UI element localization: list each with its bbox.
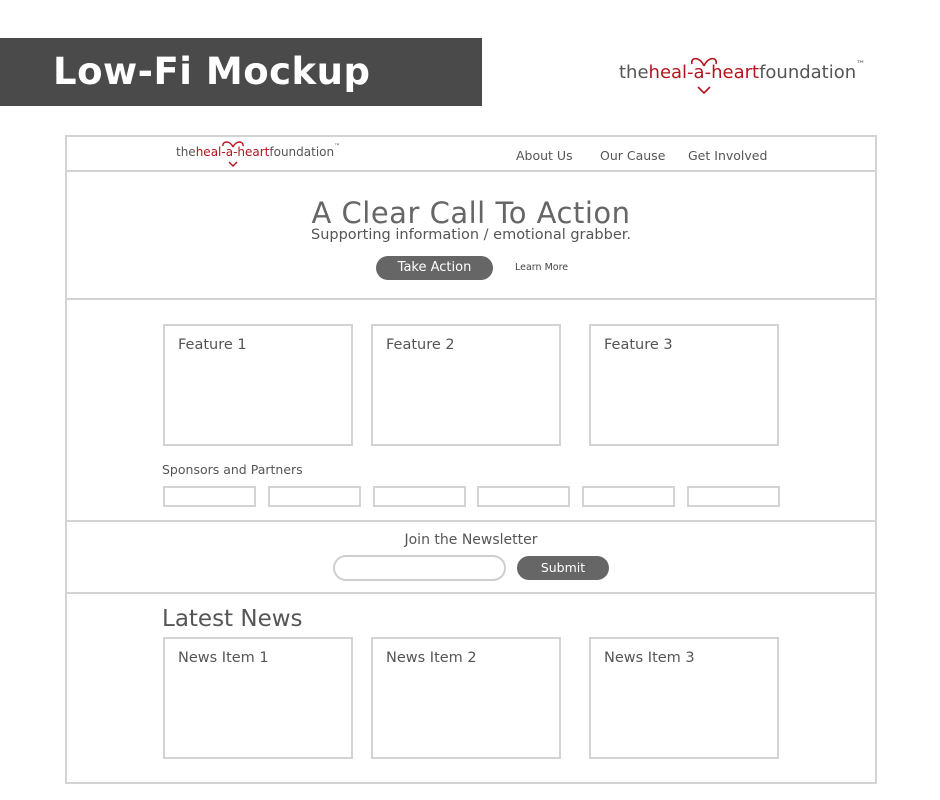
logo-text-heal-a-heart: heal-a-heart bbox=[196, 141, 269, 167]
news-item-label: News Item 3 bbox=[604, 650, 695, 666]
newsletter-section: Join the Newsletter Submit bbox=[67, 522, 875, 594]
trademark-mark: ™ bbox=[856, 60, 866, 70]
heart-icon bbox=[690, 57, 717, 94]
feature-card[interactable]: Feature 2 bbox=[371, 324, 561, 446]
feature-label: Feature 1 bbox=[178, 337, 247, 353]
latest-news-title: Latest News bbox=[162, 606, 303, 632]
heart-icon bbox=[221, 141, 244, 167]
sponsor-logo-placeholder[interactable] bbox=[373, 486, 466, 507]
logo-text-the: the bbox=[176, 145, 196, 159]
news-card[interactable]: News Item 1 bbox=[163, 637, 353, 759]
hero-subtitle: Supporting information / emotional grabb… bbox=[311, 227, 631, 243]
site-logo[interactable]: the heal-a-heartfoundation™ bbox=[176, 141, 341, 167]
learn-more-link[interactable]: Learn More bbox=[515, 262, 568, 273]
submit-button[interactable]: Submit bbox=[517, 556, 609, 580]
newsletter-email-input[interactable] bbox=[333, 555, 506, 581]
take-action-button[interactable]: Take Action bbox=[376, 256, 493, 280]
brand-logo-large: the heal-a-heartfoundation™ bbox=[619, 57, 866, 94]
sponsor-logo-placeholder[interactable] bbox=[163, 486, 256, 507]
news-card[interactable]: News Item 3 bbox=[589, 637, 779, 759]
sponsor-logo-placeholder[interactable] bbox=[268, 486, 361, 507]
newsletter-title: Join the Newsletter bbox=[404, 532, 538, 548]
news-item-label: News Item 2 bbox=[386, 650, 477, 666]
feature-card[interactable]: Feature 3 bbox=[589, 324, 779, 446]
wireframe-page: A Clear Call To Action Supporting inform… bbox=[65, 135, 877, 784]
latest-news-section: Latest News News Item 1 News Item 2 News… bbox=[67, 594, 875, 780]
feature-label: Feature 2 bbox=[386, 337, 455, 353]
feature-card[interactable]: Feature 1 bbox=[163, 324, 353, 446]
logo-text-foundation: foundation bbox=[269, 145, 335, 159]
sponsor-logo-placeholder[interactable] bbox=[687, 486, 780, 507]
mockup-banner: Low-Fi Mockup bbox=[0, 38, 482, 106]
nav-our-cause[interactable]: Our Cause bbox=[600, 148, 665, 163]
sponsor-logo-placeholder[interactable] bbox=[477, 486, 570, 507]
feature-label: Feature 3 bbox=[604, 337, 673, 353]
sponsor-logo-placeholder[interactable] bbox=[582, 486, 675, 507]
hero-section: A Clear Call To Action Supporting inform… bbox=[67, 172, 875, 300]
logo-text-foundation: foundation bbox=[759, 62, 857, 83]
logo-text-the: the bbox=[619, 62, 649, 83]
trademark-mark: ™ bbox=[334, 143, 341, 150]
banner-title: Low-Fi Mockup bbox=[53, 50, 371, 93]
sponsors-label: Sponsors and Partners bbox=[162, 462, 303, 477]
logo-text-heal-a-heart: heal-a-heart bbox=[649, 57, 759, 94]
features-section: Feature 1 Feature 2 Feature 3 Sponsors a… bbox=[67, 300, 875, 522]
nav-about-us[interactable]: About Us bbox=[516, 148, 573, 163]
nav-get-involved[interactable]: Get Involved bbox=[688, 148, 767, 163]
news-card[interactable]: News Item 2 bbox=[371, 637, 561, 759]
news-item-label: News Item 1 bbox=[178, 650, 269, 666]
hero-title: A Clear Call To Action bbox=[311, 196, 631, 230]
